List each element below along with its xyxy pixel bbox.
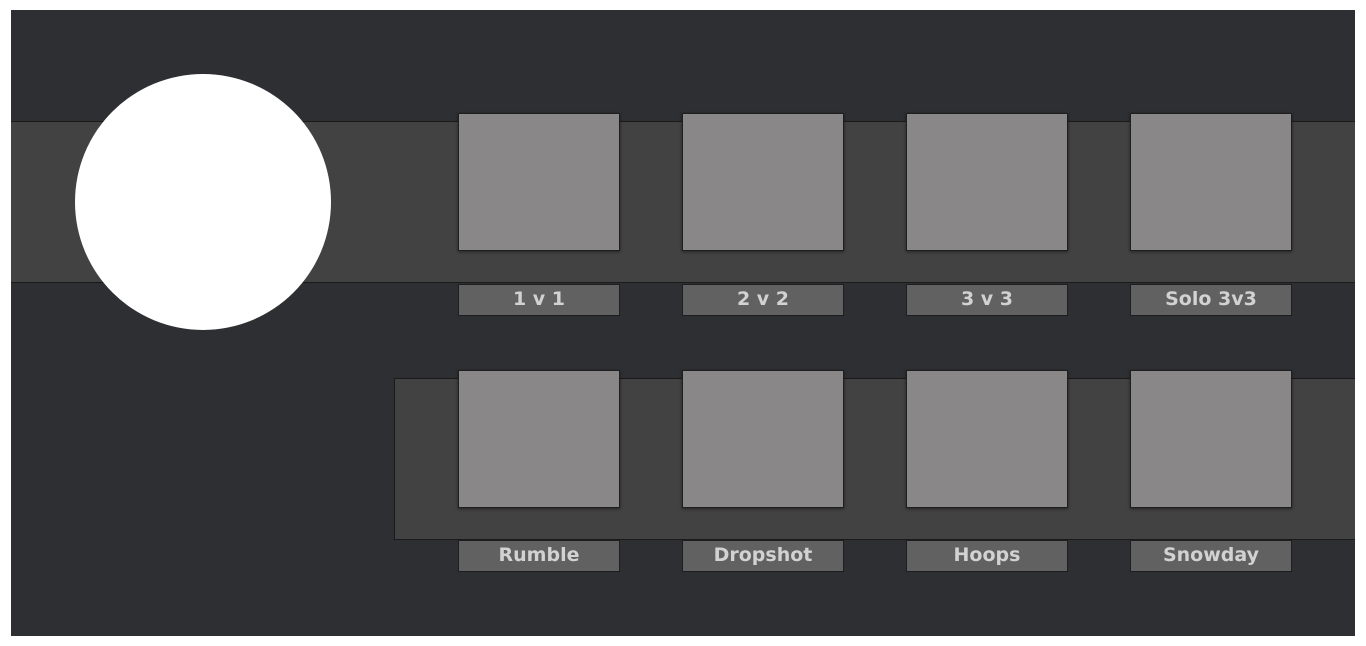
mode-label-rumble[interactable]: Rumble [458, 540, 620, 572]
mode-tile-hoops[interactable] [906, 370, 1068, 508]
mode-tile-1v1[interactable] [458, 113, 620, 251]
game-mode-screen: 1 v 1 2 v 2 3 v 3 Solo 3v3 Rumble Dropsh… [11, 10, 1355, 636]
mode-label-3v3[interactable]: 3 v 3 [906, 284, 1068, 316]
mode-label-1v1[interactable]: 1 v 1 [458, 284, 620, 316]
mode-tile-snowday[interactable] [1130, 370, 1292, 508]
player-avatar[interactable] [75, 74, 331, 330]
mode-label-snowday[interactable]: Snowday [1130, 540, 1292, 572]
mode-label-2v2[interactable]: 2 v 2 [682, 284, 844, 316]
mode-label-hoops[interactable]: Hoops [906, 540, 1068, 572]
mode-label-solo-3v3[interactable]: Solo 3v3 [1130, 284, 1292, 316]
mode-tile-3v3[interactable] [906, 113, 1068, 251]
mode-label-dropshot[interactable]: Dropshot [682, 540, 844, 572]
mode-tile-solo-3v3[interactable] [1130, 113, 1292, 251]
mode-tile-dropshot[interactable] [682, 370, 844, 508]
mode-tile-rumble[interactable] [458, 370, 620, 508]
mode-tile-2v2[interactable] [682, 113, 844, 251]
